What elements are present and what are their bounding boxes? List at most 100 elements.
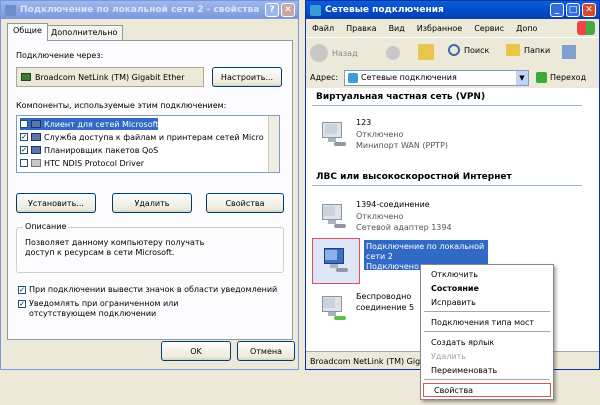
minimize-button[interactable]: _ [550, 3, 564, 17]
folders-icon [506, 44, 520, 56]
list-item[interactable]: ✓ Клиент для сетей Microsoft [20, 118, 159, 130]
description-group: Описание Позволяет данному компьютеру по… [16, 222, 284, 273]
components-label: Компоненты, используемые этим подключени… [16, 101, 227, 110]
menu-tools[interactable]: Сервис [468, 24, 510, 33]
wireless-name-line1: Беспроводно [356, 292, 412, 301]
tab-advanced[interactable]: Дополнительно [45, 25, 124, 41]
menu-file[interactable]: Файл [306, 24, 340, 33]
menu-item-properties[interactable]: Свойства [423, 383, 551, 397]
menu-favorites[interactable]: Избранное [411, 24, 468, 33]
vpn-connection-item[interactable]: 123 Отключено Минипорт WAN (PPTP) [316, 116, 516, 156]
help-button[interactable]: ? [265, 3, 279, 17]
menu-separator [424, 379, 550, 380]
properties-title: Подключение по локальной сети 2 - свойст… [20, 5, 260, 15]
components-list[interactable]: ✓ Клиент для сетей Microsoft ✓ Служба дост… [16, 115, 280, 173]
wireless-name-line2: соединение 5 [356, 303, 415, 312]
menu-label: Переименовать [431, 365, 498, 375]
back-button[interactable]: Назад [310, 42, 358, 64]
menu-item-disconnect[interactable]: Отключить [421, 267, 553, 281]
properties-button[interactable]: Свойства [206, 193, 284, 213]
menu-item-repair[interactable]: Исправить [421, 295, 553, 309]
description-title: Описание [23, 222, 69, 231]
group-lan-line [312, 185, 582, 186]
group-lan-header: ЛВС или высокоскоростной Интернет [316, 172, 512, 182]
remove-button[interactable]: Удалить [112, 193, 192, 213]
menu-item-delete[interactable]: Удалить [421, 349, 553, 363]
tab-general-label: Общие [13, 26, 42, 35]
dropdown-arrow-icon[interactable]: ▼ [516, 71, 528, 85]
close-button[interactable]: ✕ [281, 3, 295, 17]
go-arrow-icon [536, 72, 547, 83]
address-label: Адрес: [310, 73, 339, 82]
folders-button[interactable]: Папки [506, 44, 550, 56]
search-button[interactable]: Поиск [448, 44, 489, 56]
search-icon [448, 44, 460, 56]
vpn-computer-icon [320, 122, 346, 146]
qos-icon [31, 146, 41, 154]
tab-advanced-label: Дополнительно [51, 28, 118, 37]
component-label: HTC NDIS Protocol Driver [44, 158, 145, 168]
1394-status: Отключено [356, 212, 404, 221]
checkbox[interactable]: ✓ [20, 133, 28, 141]
option2-label: Уведомлять при ограниченном или отсутств… [29, 299, 179, 318]
menu-label: Отключить [431, 269, 478, 279]
vertical-scrollbar[interactable] [268, 116, 279, 172]
go-button[interactable]: Переход [536, 72, 586, 83]
checkbox[interactable]: ✓ [18, 285, 26, 294]
vpn-device: Минипорт WAN (PPTP) [356, 141, 449, 150]
configure-button[interactable]: Настроить... [212, 67, 282, 87]
address-input[interactable]: Сетевые подключения ▼ [344, 70, 529, 86]
list-item[interactable]: ✓ Планировщик пакетов QoS [20, 144, 158, 156]
forward-arrow-icon[interactable] [386, 46, 400, 60]
checkbox[interactable] [20, 159, 28, 167]
wireless-computer-icon [320, 296, 346, 320]
up-folder-icon[interactable] [418, 44, 434, 60]
menu-label: Удалить [431, 351, 466, 361]
option-notify-icon[interactable]: ✓ При подключении вывести значок в област… [18, 285, 277, 294]
ok-button[interactable]: OK [161, 341, 231, 361]
vpn-name: 123 [356, 118, 372, 127]
list-item[interactable]: HTC NDIS Protocol Driver [20, 157, 144, 169]
properties-titlebar[interactable]: Подключение по локальной сети 2 - свойст… [1, 1, 298, 19]
1394-computer-icon [320, 204, 346, 228]
lan-name-line2: сети 2 [366, 252, 393, 261]
menu-bar: Файл Правка Вид Избранное Сервис Допо [306, 19, 599, 37]
option-limited-connection[interactable]: ✓ Уведомлять при ограниченном или отсутс… [18, 299, 278, 319]
menu-item-status[interactable]: Состояние [421, 281, 553, 295]
menu-extra[interactable]: Допо [510, 24, 543, 33]
close-button[interactable]: ✕ [582, 3, 596, 17]
go-label: Переход [550, 73, 587, 82]
group-vpn-header: Виртуальная частная сеть (VPN) [316, 92, 486, 102]
tab-general[interactable]: Общие [7, 23, 48, 41]
network-titlebar[interactable]: Сетевые подключения _ □ ✕ [306, 1, 599, 19]
list-item[interactable]: ✓ Служба доступа к файлам и принтерам сет… [20, 131, 264, 143]
cancel-button[interactable]: Отмена [237, 341, 295, 361]
menu-item-bridge[interactable]: Подключения типа мост [421, 315, 553, 329]
lan-computer-icon [322, 248, 348, 272]
search-label: Поиск [464, 45, 490, 55]
checkbox[interactable]: ✓ [20, 120, 28, 128]
description-text: Позволяет данному компьютеру получать до… [25, 238, 205, 257]
connection-1394-item[interactable]: 1394-соединение Отключено Сетевой адапте… [316, 198, 516, 238]
menu-label: Состояние [431, 283, 479, 293]
menu-view[interactable]: Вид [383, 24, 411, 33]
menu-item-create-shortcut[interactable]: Создать ярлык [421, 335, 553, 349]
general-panel: Подключение через: Broadcom NetLink (TM)… [7, 40, 293, 340]
menu-edit[interactable]: Правка [340, 24, 382, 33]
remove-label: Удалить [134, 198, 170, 208]
lan-name-line1: Подключение по локальной [366, 242, 485, 251]
network-title: Сетевые подключения [325, 5, 444, 15]
cancel-label: Отмена [249, 346, 283, 356]
network-icon [5, 4, 16, 16]
checkbox[interactable]: ✓ [20, 146, 28, 154]
address-value: Сетевые подключения [361, 73, 457, 82]
maximize-button[interactable]: □ [566, 3, 580, 17]
install-button[interactable]: Установить... [16, 193, 96, 213]
views-icon[interactable] [562, 45, 576, 59]
network-folder-icon [348, 73, 358, 83]
checkbox[interactable]: ✓ [18, 300, 26, 308]
component-label: Служба доступа к файлам и принтерам сете… [44, 132, 264, 142]
menu-separator [424, 311, 550, 312]
toolbar: Назад Поиск Папки [306, 37, 599, 68]
menu-item-rename[interactable]: Переименовать [421, 363, 553, 377]
